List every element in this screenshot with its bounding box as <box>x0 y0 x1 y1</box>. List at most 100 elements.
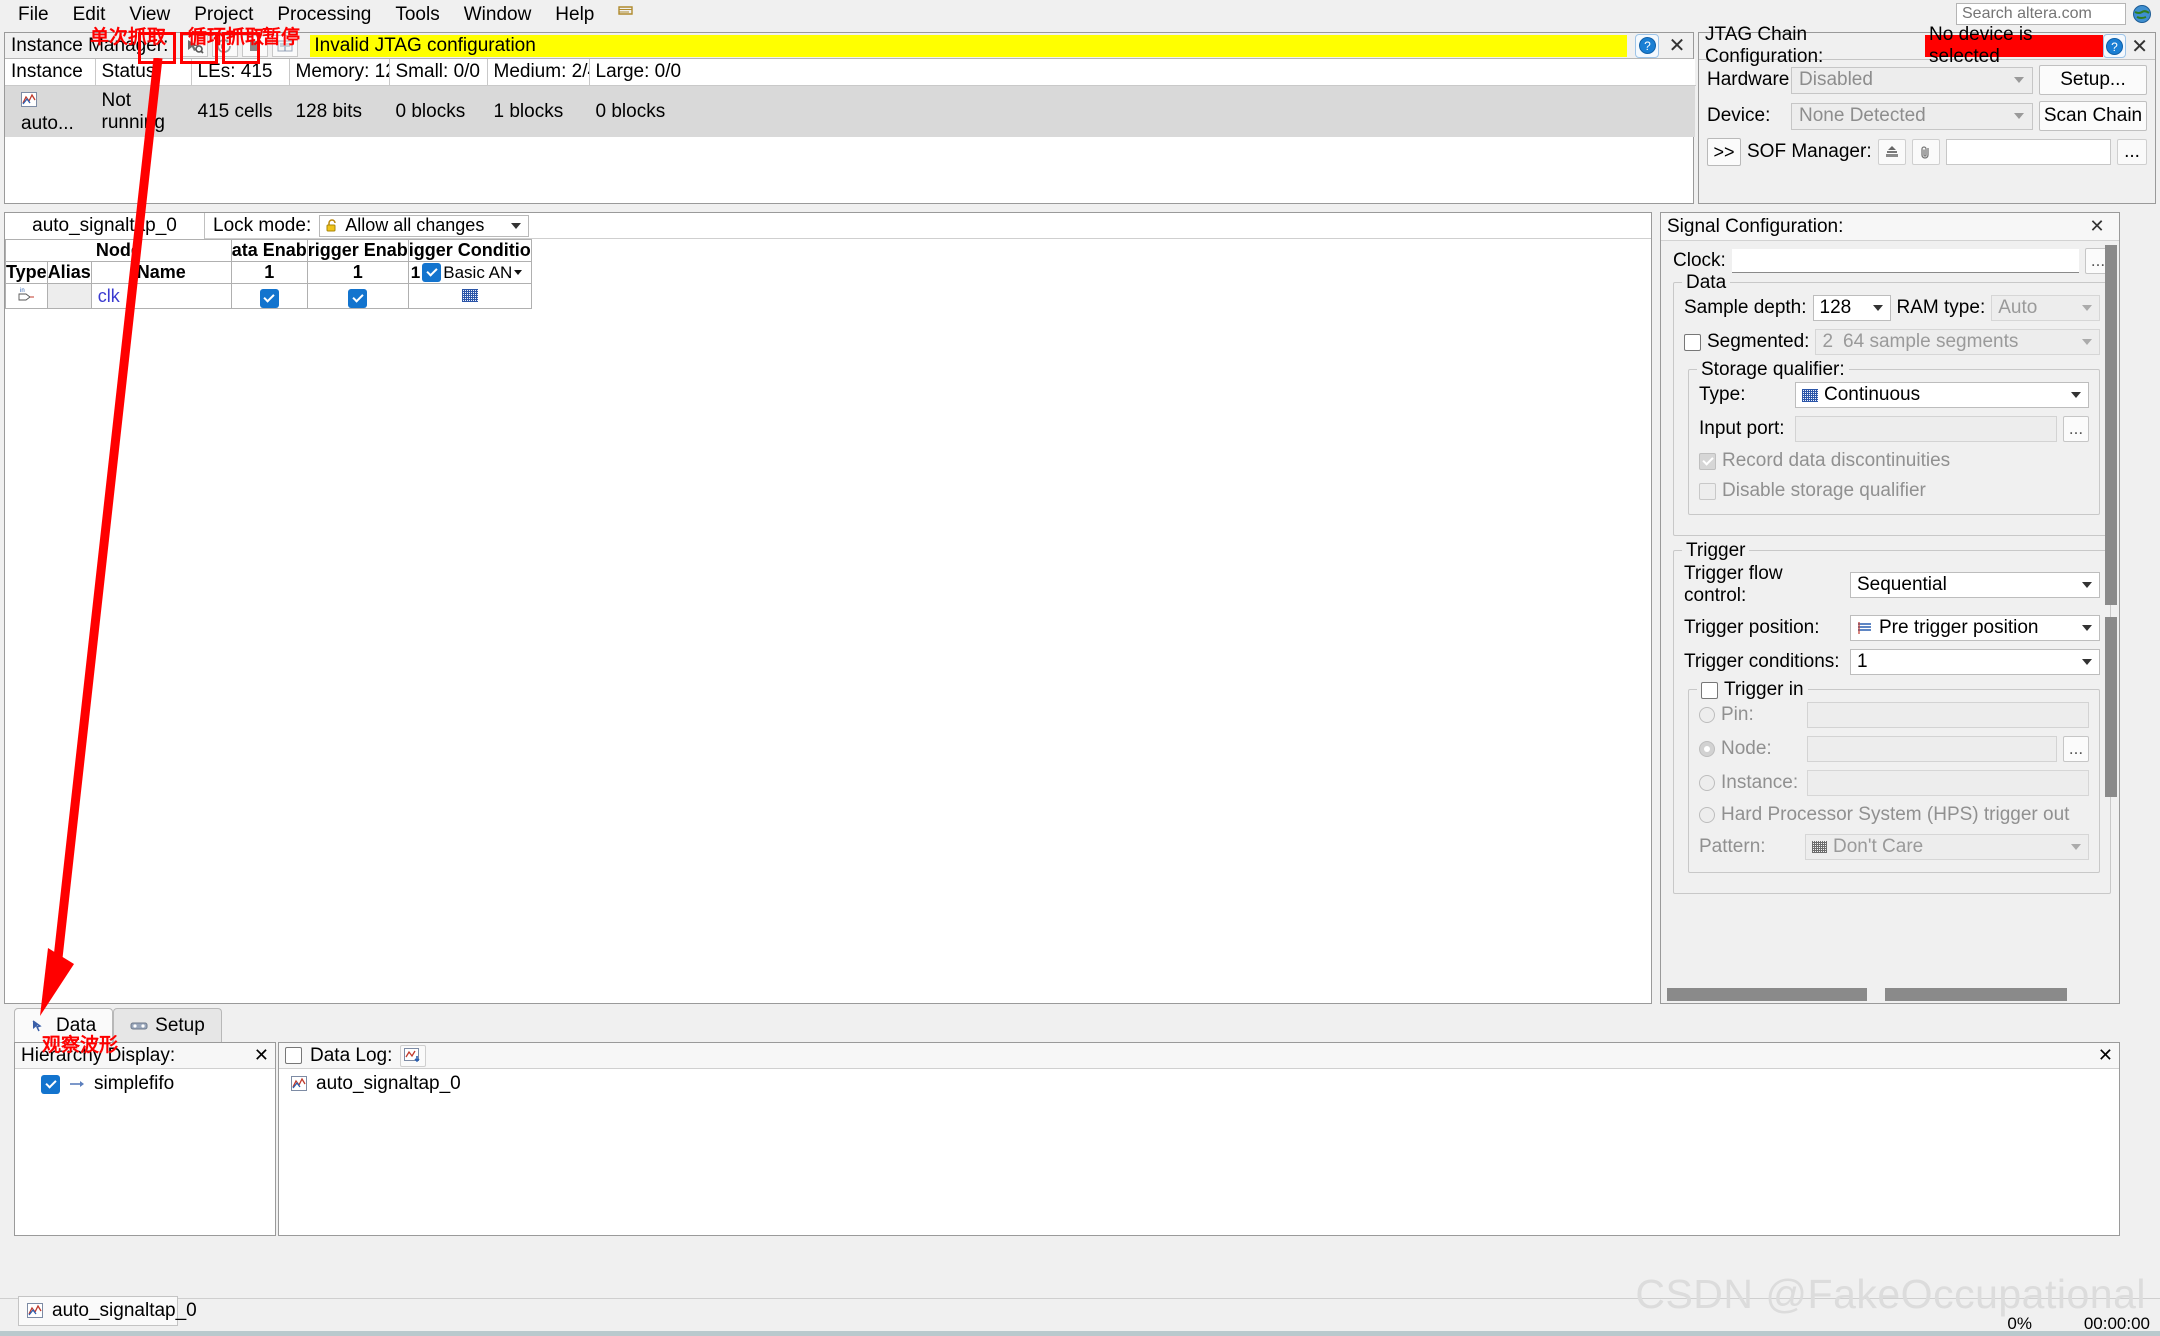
sof-path-input[interactable] <box>1945 139 2111 165</box>
menu-file[interactable]: File <box>6 2 61 28</box>
globe-icon[interactable] <box>2132 4 2152 24</box>
record-discontinuities-checkbox[interactable] <box>1699 452 1716 470</box>
instance-dropdown[interactable] <box>1807 770 2089 796</box>
segmented-dropdown[interactable]: 2 64 sample segments <box>1815 329 2100 355</box>
jtag-hardware-row: Hardware: Disabled Setup... <box>1699 64 2155 96</box>
input-pin-icon: in <box>16 286 36 302</box>
data-log-checkbox[interactable] <box>285 1047 302 1064</box>
cell-data-enable[interactable] <box>230 283 308 309</box>
node-input[interactable] <box>1807 736 2057 762</box>
close-icon[interactable]: ✕ <box>2098 1045 2113 1066</box>
table-row[interactable]: auto... Not running 415 cells 128 bits 0… <box>5 85 1695 137</box>
group-header-data-enable[interactable]: ata Enab <box>230 239 308 262</box>
record-discontinuities-row[interactable]: Record data discontinuities <box>1699 450 2089 472</box>
col-memory[interactable]: Memory: 128 <box>289 59 390 86</box>
node-radio[interactable] <box>1699 741 1715 757</box>
sub-header-alias[interactable]: Alias <box>46 261 92 284</box>
list-item[interactable]: auto_signaltap_0 <box>279 1069 2119 1095</box>
menu-window[interactable]: Window <box>452 2 544 28</box>
hierarchy-item-checkbox[interactable] <box>41 1074 60 1094</box>
instance-radio[interactable] <box>1699 775 1715 791</box>
input-port-input[interactable] <box>1795 416 2057 442</box>
close-icon[interactable]: ✕ <box>2085 215 2109 239</box>
flag-icon[interactable] <box>616 4 636 27</box>
program-device-icon[interactable] <box>1877 139 1906 165</box>
list-item[interactable]: simplefifo <box>15 1069 275 1095</box>
scroll-thumb-lower[interactable] <box>2105 617 2117 797</box>
input-port-browse-button[interactable]: ... <box>2063 416 2089 442</box>
col-medium[interactable]: Medium: 2/4 <box>487 59 590 86</box>
trigger-in-checkbox[interactable] <box>1701 681 1718 699</box>
device-dropdown[interactable]: None Detected <box>1791 102 2033 130</box>
signal-config-horizontal-scrollbar[interactable] <box>1667 988 2099 1001</box>
data-log-icon[interactable] <box>400 1044 427 1067</box>
sub-header-name[interactable]: Name <box>90 261 232 284</box>
trigger-flow-dropdown[interactable]: Sequential <box>1850 572 2100 598</box>
group-header-node[interactable]: Node <box>5 239 232 262</box>
hps-radio[interactable] <box>1699 807 1715 823</box>
search-input[interactable] <box>1956 3 2126 25</box>
segmented-label: Segmented: <box>1707 331 1810 352</box>
trigger-conditions-dropdown[interactable]: 1 <box>1850 649 2100 675</box>
segmented-checkbox[interactable] <box>1684 333 1701 351</box>
sample-depth-dropdown[interactable]: 128 <box>1812 295 1891 321</box>
menu-help[interactable]: Help <box>543 2 606 28</box>
col-instance[interactable]: Instance <box>5 59 96 86</box>
pin-input[interactable] <box>1807 702 2089 728</box>
scroll-thumb-right[interactable] <box>1885 988 2067 1001</box>
col-small[interactable]: Small: 0/0 <box>389 59 488 86</box>
group-header-trigger-enable[interactable]: rigger Enab <box>306 239 409 262</box>
cell-name[interactable]: clk <box>90 283 232 309</box>
lock-mode-dropdown[interactable]: Allow all changes <box>319 214 530 237</box>
close-icon[interactable]: ✕ <box>254 1045 269 1066</box>
record-discontinuities-label: Record data discontinuities <box>1722 450 1951 471</box>
trigger-enable-checkbox[interactable] <box>348 289 368 308</box>
setup-button[interactable]: Setup... <box>2039 65 2147 95</box>
help-icon[interactable]: ? <box>1635 33 1659 58</box>
clock-input[interactable] <box>1731 249 2079 273</box>
trigger-position-label: Trigger position: <box>1684 617 1820 638</box>
hps-row[interactable]: Hard Processor System (HPS) trigger out <box>1699 804 2089 826</box>
close-icon[interactable]: ✕ <box>2128 34 2151 58</box>
group-header-trigger-condition[interactable]: igger Conditio <box>407 239 532 262</box>
col-large[interactable]: Large: 0/0 <box>589 59 1695 86</box>
disable-storage-row[interactable]: Disable storage qualifier <box>1699 480 2089 502</box>
trigger-cond-checkbox[interactable] <box>422 263 442 282</box>
cell-alias[interactable] <box>46 283 92 309</box>
cell-trigger-enable[interactable] <box>306 283 409 309</box>
storage-type-dropdown[interactable]: Continuous <box>1795 382 2089 408</box>
sub-header-type[interactable]: Type <box>5 261 48 284</box>
close-icon[interactable]: ✕ <box>1665 34 1689 58</box>
expand-button[interactable]: >> <box>1707 138 1741 166</box>
cell-trigger-condition[interactable] <box>407 283 532 309</box>
help-icon[interactable]: ? <box>2103 34 2127 58</box>
ram-type-dropdown[interactable]: Auto <box>1991 295 2100 321</box>
storage-type-value: Continuous <box>1824 384 1921 405</box>
data-enable-checkbox[interactable] <box>259 289 279 308</box>
storage-type-row: Type: Continuous <box>1699 382 2089 408</box>
scroll-thumb-left[interactable] <box>1667 988 1867 1001</box>
sub-header-trigger-enable-num[interactable]: 1 <box>306 261 409 284</box>
bottom-tab-auto-signaltap[interactable]: auto_signaltap_0 <box>18 1296 197 1326</box>
trigger-position-dropdown[interactable]: Pre trigger position <box>1850 615 2100 641</box>
signal-config-vertical-scrollbar[interactable] <box>2105 245 2117 981</box>
svg-text:?: ? <box>1644 39 1651 53</box>
tab-setup[interactable]: Setup <box>113 1008 222 1042</box>
disable-storage-checkbox[interactable] <box>1699 482 1716 500</box>
pin-radio[interactable] <box>1699 707 1715 723</box>
trigger-cond-mode: Basic AN <box>443 262 513 282</box>
attach-file-icon[interactable] <box>1911 139 1940 165</box>
hardware-dropdown[interactable]: Disabled <box>1791 66 2033 94</box>
table-row[interactable]: in clk <box>5 283 532 309</box>
instance-name-field[interactable]: auto_signaltap_0 <box>5 212 205 239</box>
node-browse-button[interactable]: ... <box>2063 736 2089 762</box>
node-table: Node ata Enab rigger Enab igger Conditio… <box>5 239 532 309</box>
sof-browse-button[interactable]: ... <box>2117 139 2147 165</box>
pattern-dropdown[interactable]: Don't Care <box>1805 834 2089 860</box>
scroll-thumb-upper[interactable] <box>2105 245 2117 605</box>
sub-header-trigger-condition-cell[interactable]: 1 Basic AN <box>407 261 532 284</box>
menu-tools[interactable]: Tools <box>383 2 451 28</box>
scan-chain-button[interactable]: Scan Chain <box>2039 101 2147 131</box>
data-log-panel: Data Log: ✕ auto_signaltap_0 <box>278 1042 2120 1236</box>
sub-header-data-enable-num[interactable]: 1 <box>230 261 308 284</box>
